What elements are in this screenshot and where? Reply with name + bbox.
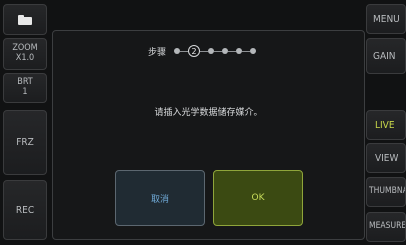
frz-label: FRZ bbox=[16, 137, 34, 148]
brightness-button[interactable]: BRT 1 bbox=[3, 73, 47, 103]
view-label: VIEW bbox=[375, 152, 399, 164]
ok-button[interactable]: OK bbox=[213, 170, 303, 226]
rec-label: REC bbox=[15, 204, 35, 216]
measure-button[interactable]: MEASURE bbox=[366, 212, 406, 242]
dialog-message: 请插入光学数据储存媒介。 bbox=[154, 108, 263, 118]
step-connector bbox=[200, 50, 209, 52]
step-connector bbox=[228, 50, 237, 52]
screen-frame: ZOOM X1.0 BRT 1 FRZ REC MENU GAIN LIVE V… bbox=[0, 0, 406, 245]
current-step-marker: 2 bbox=[188, 45, 201, 57]
thumbnail-button[interactable]: THUMBNAIL bbox=[366, 177, 406, 207]
ok-label: OK bbox=[251, 193, 265, 203]
zoom-value: X1.0 bbox=[15, 53, 35, 63]
measure-label: MEASURE bbox=[369, 221, 406, 232]
live-button[interactable]: LIVE bbox=[366, 110, 406, 140]
gain-label: GAIN bbox=[373, 50, 396, 62]
thumbnail-label: THUMBNAIL bbox=[369, 186, 405, 197]
zoom-button[interactable]: ZOOM X1.0 bbox=[3, 38, 47, 70]
freeze-button[interactable]: FRZ bbox=[3, 110, 47, 175]
menu-label: MENU bbox=[373, 13, 400, 25]
step-connector bbox=[180, 50, 189, 52]
folder-icon bbox=[18, 14, 32, 25]
step-indicator: 步骤 2 bbox=[148, 43, 257, 59]
insert-media-dialog: 步骤 2 请插入光学数据储存媒介。 取消 OK bbox=[52, 30, 365, 240]
cancel-button[interactable]: 取消 bbox=[115, 170, 205, 226]
brt-value: 1 bbox=[22, 87, 28, 97]
step-connector bbox=[214, 50, 223, 52]
folder-button[interactable] bbox=[3, 4, 47, 35]
step-label: 步骤 bbox=[148, 47, 167, 58]
step-connector bbox=[242, 50, 251, 52]
menu-button[interactable]: MENU bbox=[366, 4, 406, 34]
step-dot bbox=[250, 48, 257, 54]
view-button[interactable]: VIEW bbox=[366, 143, 406, 173]
cancel-label: 取消 bbox=[150, 194, 169, 205]
gain-button[interactable]: GAIN bbox=[366, 38, 406, 74]
record-button[interactable]: REC bbox=[3, 180, 47, 240]
live-label: LIVE bbox=[375, 119, 395, 131]
